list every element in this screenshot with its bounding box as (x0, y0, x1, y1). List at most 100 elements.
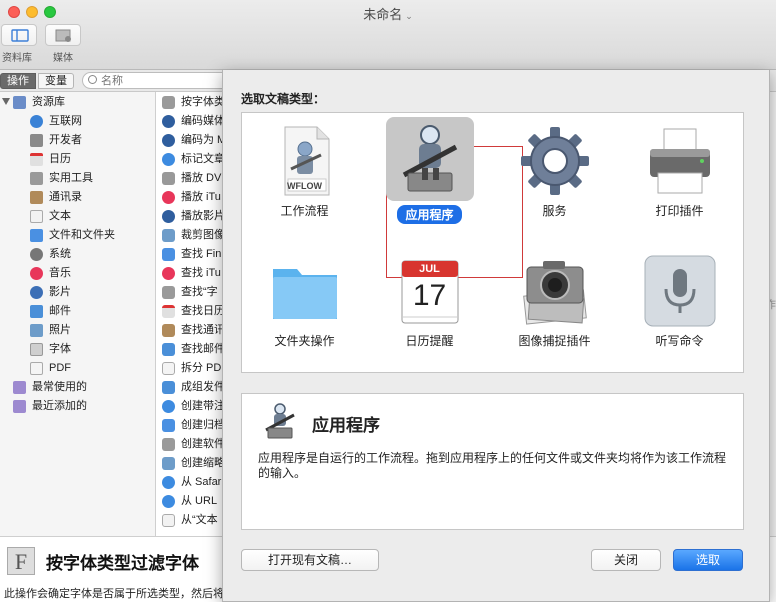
window-title[interactable]: 未命名 ⌄ (0, 4, 776, 23)
tab-variables[interactable]: 变量 (38, 73, 74, 89)
sidebar-item-developer[interactable]: 开发者 (0, 131, 156, 150)
font-book-icon (162, 286, 175, 299)
workflow-badge: WFLOW (287, 181, 322, 191)
doc-type-dictation-command[interactable]: 听写命令 (617, 255, 742, 350)
list-item-label: 按字体类 (181, 96, 222, 108)
doc-type-folder-action[interactable]: 文件夹操作 (242, 255, 367, 350)
sidebar-item-pdf[interactable]: PDF (0, 359, 156, 378)
sidebar-item-label: 影片 (49, 286, 71, 298)
chevron-down-icon: ⌄ (405, 11, 413, 21)
quicktime-icon (162, 134, 175, 147)
movie-icon (30, 286, 43, 299)
list-item-label: 查找日历 (181, 305, 222, 317)
open-existing-button[interactable]: 打开现有文稿… (241, 549, 379, 571)
sidebar-item-label: 文件和文件夹 (49, 229, 115, 241)
list-item-label: 裁剪图像 (181, 229, 222, 241)
sidebar-item-text[interactable]: 文本 (0, 207, 156, 226)
sidebar-item-recently-added[interactable]: 最近添加的 (0, 397, 156, 416)
library-root[interactable]: 资源库 (0, 93, 156, 112)
smart-folder-icon (13, 400, 26, 413)
title-bar: 未命名 ⌄ 资料库 媒体 (0, 0, 776, 70)
sidebar-item-contacts[interactable]: 通讯录 (0, 188, 156, 207)
doc-type-workflow[interactable]: WFLOW 工作流程 (242, 125, 367, 220)
library-root-label: 资源库 (32, 96, 65, 108)
sidebar-item-label: 最常使用的 (32, 381, 87, 393)
doc-type-service[interactable]: 服务 (492, 125, 617, 220)
disclosure-triangle-icon[interactable] (2, 98, 10, 105)
list-item-label: 创建软件 (181, 438, 222, 450)
sidebar-item-label: 互联网 (49, 115, 82, 127)
list-item-label: 从 URL (181, 495, 218, 507)
finder-icon (162, 248, 175, 261)
list-item-label: 查找通讯 (181, 324, 222, 336)
globe-icon (30, 115, 43, 128)
calendar-month: JUL (419, 263, 440, 275)
sidebar-item-label: 系统 (49, 248, 71, 260)
doc-type-calendar-alarm[interactable]: JUL 17 日历提醒 (367, 255, 492, 350)
sidebar-item-utilities[interactable]: 实用工具 (0, 169, 156, 188)
sidebar-item-movies[interactable]: 影片 (0, 283, 156, 302)
calendar-small-icon (162, 305, 175, 318)
sidebar-item-calendar[interactable]: 日历 (0, 150, 156, 169)
contacts-icon (30, 191, 43, 204)
sidebar-item-label: 日历 (49, 153, 71, 165)
sidebar-item-files-folders[interactable]: 文件和文件夹 (0, 226, 156, 245)
tab-actions[interactable]: 操作 (0, 73, 36, 89)
calendar-small-icon (30, 153, 43, 166)
choose-button[interactable]: 选取 (673, 549, 743, 571)
doc-type-label: 图像捕捉插件 (518, 334, 591, 348)
document-type-grid: WFLOW 工作流程 应用程序 服务 打印插件 文件夹操作 JUL 17 日历提… (241, 112, 744, 373)
sidebar-item-most-used[interactable]: 最常使用的 (0, 378, 156, 397)
doc-type-image-capture-plugin[interactable]: 图像捕捉插件 (492, 255, 617, 350)
sidebar-item-label: 邮件 (49, 305, 71, 317)
smart-folder-icon (13, 381, 26, 394)
library-sidebar: 资源库 互联网 开发者 日历 实用工具 通讯录 文本 文件和文件夹 系统 音乐 … (0, 92, 156, 536)
media-toggle-button[interactable] (45, 24, 81, 46)
finder-icon (30, 229, 43, 242)
preview-icon (162, 457, 175, 470)
contacts-icon (162, 324, 175, 337)
text-document-icon (30, 210, 43, 223)
sidebar-item-photos[interactable]: 照片 (0, 321, 156, 340)
info-title: 应用程序 (312, 416, 380, 435)
sidebar-item-label: 实用工具 (49, 172, 93, 184)
sidebar-item-internet[interactable]: 互联网 (0, 112, 156, 131)
doc-type-application[interactable]: 应用程序 (367, 117, 492, 224)
doc-type-label: 服务 (542, 204, 567, 218)
doc-type-label: 听写命令 (655, 334, 704, 348)
doc-type-print-plugin[interactable]: 打印插件 (617, 125, 742, 220)
finder-icon (162, 419, 175, 432)
font-book-icon: F (7, 547, 35, 575)
document-type-sheet: 选取文稿类型： WFLOW 工作流程 应用程序 服务 打印插件 文件夹操作 JU… (222, 70, 770, 602)
search-field[interactable] (82, 72, 232, 89)
calendar-icon: JUL 17 (394, 255, 466, 327)
font-icon (30, 343, 43, 356)
printer-icon (644, 125, 716, 197)
library-toggle-button[interactable] (1, 24, 37, 46)
tools-icon (30, 172, 43, 185)
sidebar-item-label: 开发者 (49, 134, 82, 146)
list-item-label: 从 Safari (181, 476, 222, 488)
description-title: 按字体类型过滤字体 (46, 554, 199, 573)
safari-icon (162, 495, 175, 508)
list-item-label: 查找“字 (181, 286, 218, 298)
pdf-document-icon (30, 362, 43, 375)
sidebar-item-label: 通讯录 (49, 191, 82, 203)
preview-icon (162, 229, 175, 242)
sidebar-item-system[interactable]: 系统 (0, 245, 156, 264)
automator-robot-icon (258, 400, 302, 442)
list-item-label: 成组发件 (181, 381, 222, 393)
itunes-icon (162, 267, 175, 280)
mail-icon (162, 343, 175, 356)
close-button[interactable]: 关闭 (591, 549, 661, 571)
sidebar-item-fonts[interactable]: 字体 (0, 340, 156, 359)
microphone-icon (644, 255, 716, 327)
search-input[interactable] (101, 74, 221, 87)
list-item-label: 从“文本 (181, 514, 218, 526)
library-icon (11, 29, 29, 42)
sidebar-item-music[interactable]: 音乐 (0, 264, 156, 283)
sidebar-item-mail[interactable]: 邮件 (0, 302, 156, 321)
calendar-day: 17 (412, 279, 447, 312)
list-item-label: 创建缩略 (181, 457, 222, 469)
text-document-icon (162, 514, 175, 527)
